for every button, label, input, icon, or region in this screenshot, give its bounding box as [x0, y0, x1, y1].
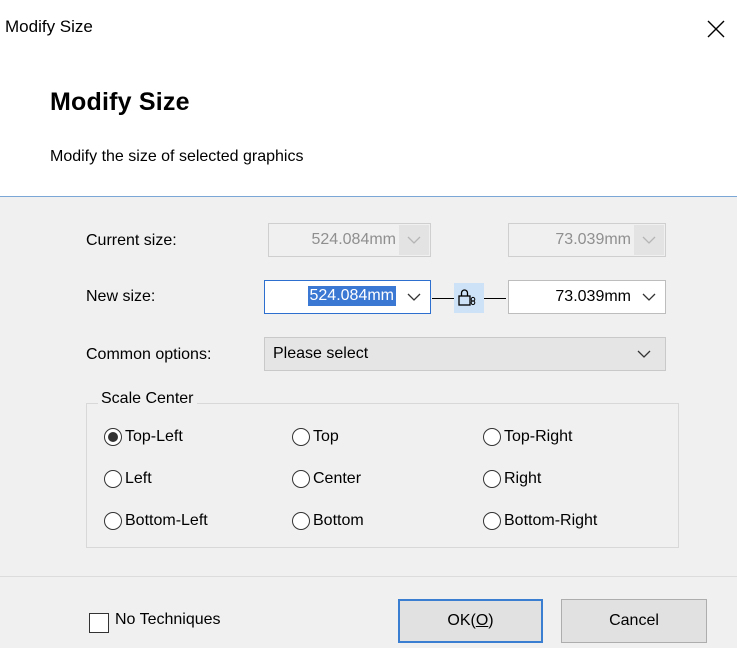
cancel-button[interactable]: Cancel	[561, 599, 707, 643]
ok-button[interactable]: OK(O)	[398, 599, 543, 643]
radio-right[interactable]: Right	[483, 470, 541, 488]
new-size-label: New size:	[86, 288, 156, 305]
current-size-label: Current size:	[86, 232, 177, 249]
radio-top-left[interactable]: Top-Left	[104, 428, 183, 446]
scale-center-title: Scale Center	[98, 390, 197, 408]
radio-circle[interactable]	[483, 470, 501, 488]
current-width-combo: 524.084mm	[268, 223, 431, 257]
radio-dot	[108, 432, 118, 442]
radio-label: Bottom	[313, 512, 364, 529]
radio-circle[interactable]	[483, 512, 501, 530]
radio-left[interactable]: Left	[104, 470, 152, 488]
radio-label: Top-Left	[125, 428, 183, 445]
page-title: Modify Size	[50, 88, 190, 116]
current-height-value: 73.039mm	[555, 231, 631, 248]
new-height-combo[interactable]: 73.039mm	[508, 280, 666, 314]
common-options-value: Please select	[273, 345, 369, 362]
radio-circle[interactable]	[292, 428, 310, 446]
chevron-down-icon[interactable]	[629, 339, 659, 369]
current-width-value: 524.084mm	[311, 231, 397, 248]
radio-circle[interactable]	[292, 512, 310, 530]
link-line	[432, 298, 454, 299]
no-techniques-label[interactable]: No Techniques	[115, 611, 221, 629]
ok-suffix: )	[488, 612, 494, 629]
radio-label: Left	[125, 470, 152, 487]
radio-bottom-left[interactable]: Bottom-Left	[104, 512, 208, 530]
radio-circle[interactable]	[104, 428, 122, 446]
new-height-value[interactable]: 73.039mm	[555, 288, 631, 306]
lock-icon[interactable]	[454, 283, 484, 313]
radio-circle[interactable]	[483, 428, 501, 446]
radio-circle[interactable]	[104, 512, 122, 530]
ok-mnemonic: O	[475, 612, 489, 629]
radio-top[interactable]: Top	[292, 428, 339, 446]
window-title: Modify Size	[5, 17, 93, 36]
page-subtitle: Modify the size of selected graphics	[50, 148, 304, 165]
radio-bottom[interactable]: Bottom	[292, 512, 364, 530]
common-options-label: Common options:	[86, 346, 212, 363]
radio-label: Bottom-Right	[504, 512, 598, 529]
radio-circle[interactable]	[104, 470, 122, 488]
radio-top-right[interactable]: Top-Right	[483, 428, 572, 446]
radio-label: Right	[504, 470, 542, 487]
chevron-down-icon[interactable]	[399, 282, 429, 312]
close-icon[interactable]	[703, 16, 729, 42]
new-width-combo[interactable]: 524.084mm	[264, 280, 431, 314]
radio-bottom-right[interactable]: Bottom-Right	[483, 512, 597, 530]
chevron-down-icon	[399, 225, 429, 255]
current-height-combo: 73.039mm	[508, 223, 666, 257]
aspect-lock-control	[426, 280, 508, 316]
link-line	[484, 298, 506, 299]
title-bar: Modify Size	[0, 0, 737, 58]
radio-center[interactable]: Center	[292, 470, 361, 488]
no-techniques-checkbox[interactable]	[89, 613, 109, 633]
ok-label: OK(	[447, 612, 476, 629]
radio-label: Top-Right	[504, 428, 573, 445]
radio-label: Center	[313, 470, 362, 487]
radio-label: Bottom-Left	[125, 512, 208, 529]
common-options-select[interactable]: Please select	[264, 337, 666, 371]
radio-label: Top	[313, 428, 339, 445]
chevron-down-icon[interactable]	[634, 282, 664, 312]
chevron-down-icon	[634, 225, 664, 255]
radio-circle[interactable]	[292, 470, 310, 488]
new-width-value[interactable]: 524.084mm	[307, 286, 396, 306]
